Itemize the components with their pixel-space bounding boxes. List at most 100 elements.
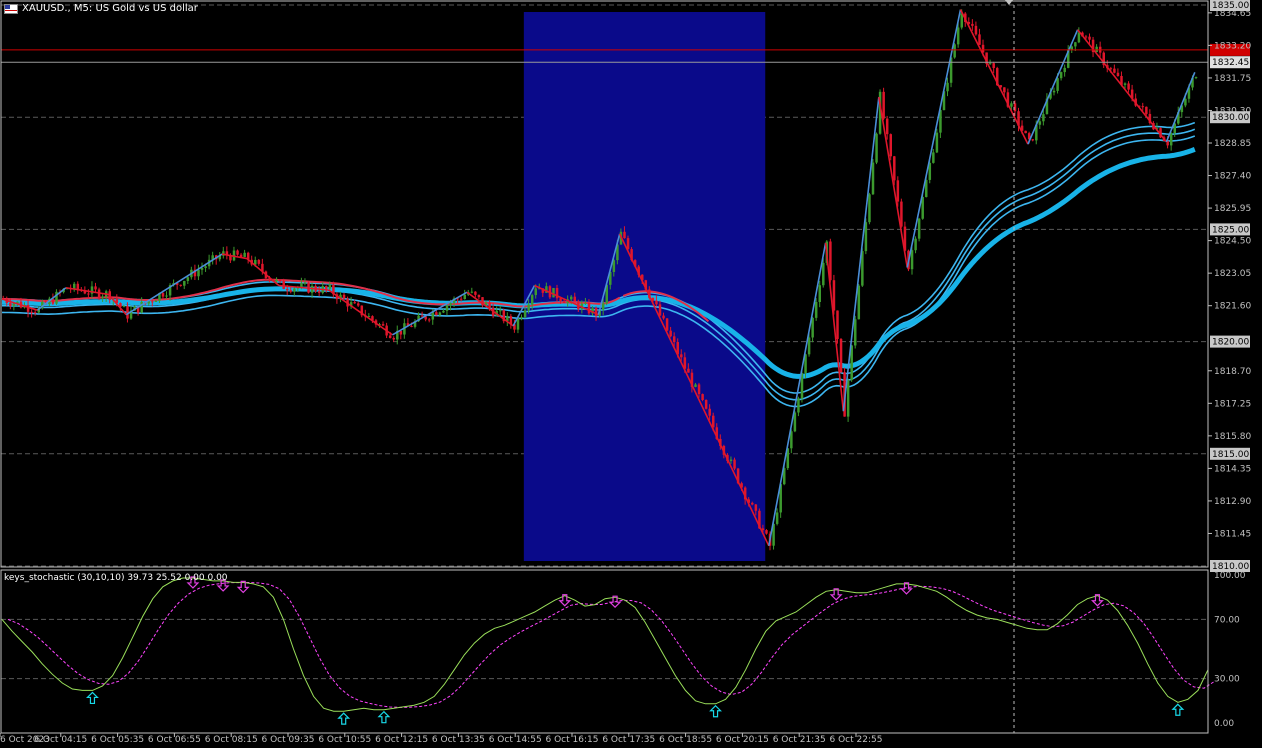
candle-body [317,291,321,293]
time-tick-label: 6 Oct 14:55 [489,735,542,745]
price-tick-label: 1824.50 [1214,237,1251,247]
candle-body [882,91,885,119]
time-tick-label: 6 Oct 10:55 [318,735,371,745]
time-tick-label: 6 Oct 06:55 [148,735,201,745]
candle-body [1056,78,1059,91]
candle-body [151,301,154,303]
price-tick-label: 1821.60 [1214,302,1251,312]
zigzag-segment [878,96,909,268]
candle-body [1010,103,1013,107]
candle-body [697,384,701,395]
buy-arrow-icon [86,691,99,705]
candle-body [573,296,577,302]
candle-body [761,528,765,531]
candle-body [520,317,523,319]
candle-body [534,288,537,296]
sell-arrow-icon [558,594,572,607]
chart-title: XAUUSD., M5: US Gold vs US dollar [4,3,198,14]
chart-canvas[interactable]: 1832.45 1834.651833.201831.751830.301828… [0,0,1262,748]
candle-body [122,306,126,308]
candle-body [818,285,821,302]
candle-body [1077,32,1081,43]
price-tick-label: 1811.45 [1214,529,1251,539]
candle-body [200,268,204,270]
candle-body [864,222,868,252]
candle-body [687,368,690,373]
candle-body [286,288,289,291]
candle-body [381,324,385,326]
candle-body [562,301,566,304]
candle-body [669,330,672,337]
candle-body [278,279,282,282]
zigzag-segment [1077,29,1168,143]
stoch-main-line [1,577,1209,712]
time-tick-label: 6 Oct 20:15 [716,735,769,745]
zigzag-segment [906,9,962,268]
candle-body [1088,36,1091,40]
candle-body [775,512,779,524]
candle-body [971,23,974,26]
candle-body [179,284,182,286]
time-tick-label: 6 Oct 09:35 [262,735,315,745]
candle-body [978,34,981,45]
candle-body [910,250,914,270]
candle-body [275,279,278,282]
candle-body [822,262,825,286]
candle-body [236,250,239,255]
candle-body [988,63,992,65]
price-tick-label: 1823.05 [1214,269,1251,279]
candle-body [559,298,562,302]
indicator-label: keys_stochastic (30,10,10) 39.73 25.52 0… [4,573,228,583]
time-tick-label: 6 Oct 17:35 [602,735,655,745]
time-axis: 6 Oct 20236 Oct 04:15 6 Oct 05:35 6 Oct 06… [0,733,882,745]
candle-body [1063,67,1066,73]
candle-body [388,335,392,338]
indicator-panel: 100.00 70.00 30.00 0.00 [1,571,1246,729]
candle-body [885,118,889,135]
candle-body [300,283,303,288]
indicator-tick-label: 70.00 [1214,615,1240,625]
candle-body [733,459,736,469]
zigzag-segment [959,9,1029,145]
candle-body [1038,121,1042,125]
candle-body [1109,68,1113,70]
candle-body [357,303,360,306]
candle-body [665,318,669,331]
candle-body [974,25,978,35]
candle-body [33,312,37,314]
time-tick-label: 6 Oct 04:15 [34,735,87,745]
symbol-flag-icon [4,3,18,14]
candle-body [499,310,502,312]
candle-body [289,290,293,292]
zigzag-segment [768,242,827,546]
candle-body [161,293,165,297]
indicator-tick-label: 0.00 [1214,719,1234,729]
candle-body [956,27,960,45]
candle-body [953,44,956,58]
candle-body [325,286,328,289]
time-tick-label: 6 Oct 22:55 [830,735,883,745]
price-tick-label: 1831.75 [1214,74,1251,84]
candle-body [1113,68,1116,73]
indicator-panel-border [0,569,1209,734]
candle-body [435,312,438,316]
candle-body [871,162,875,195]
candle-body [751,502,754,505]
candle-body [893,156,896,181]
buy-arrow-icon [1171,703,1185,716]
shift-marker-icon [1005,0,1013,5]
candle-body [410,325,413,327]
candle-body [154,300,158,302]
candle-body [30,311,33,313]
candle-body [530,295,534,305]
candle-body [126,306,129,319]
candle-body [449,302,452,306]
candle-body [9,302,12,306]
candle-body [854,319,857,346]
candle-body [658,304,662,316]
candle-body [917,218,921,239]
candle-body [729,459,733,461]
candle-body [932,152,935,163]
candle-body [1123,83,1127,85]
candle-body [701,394,704,400]
